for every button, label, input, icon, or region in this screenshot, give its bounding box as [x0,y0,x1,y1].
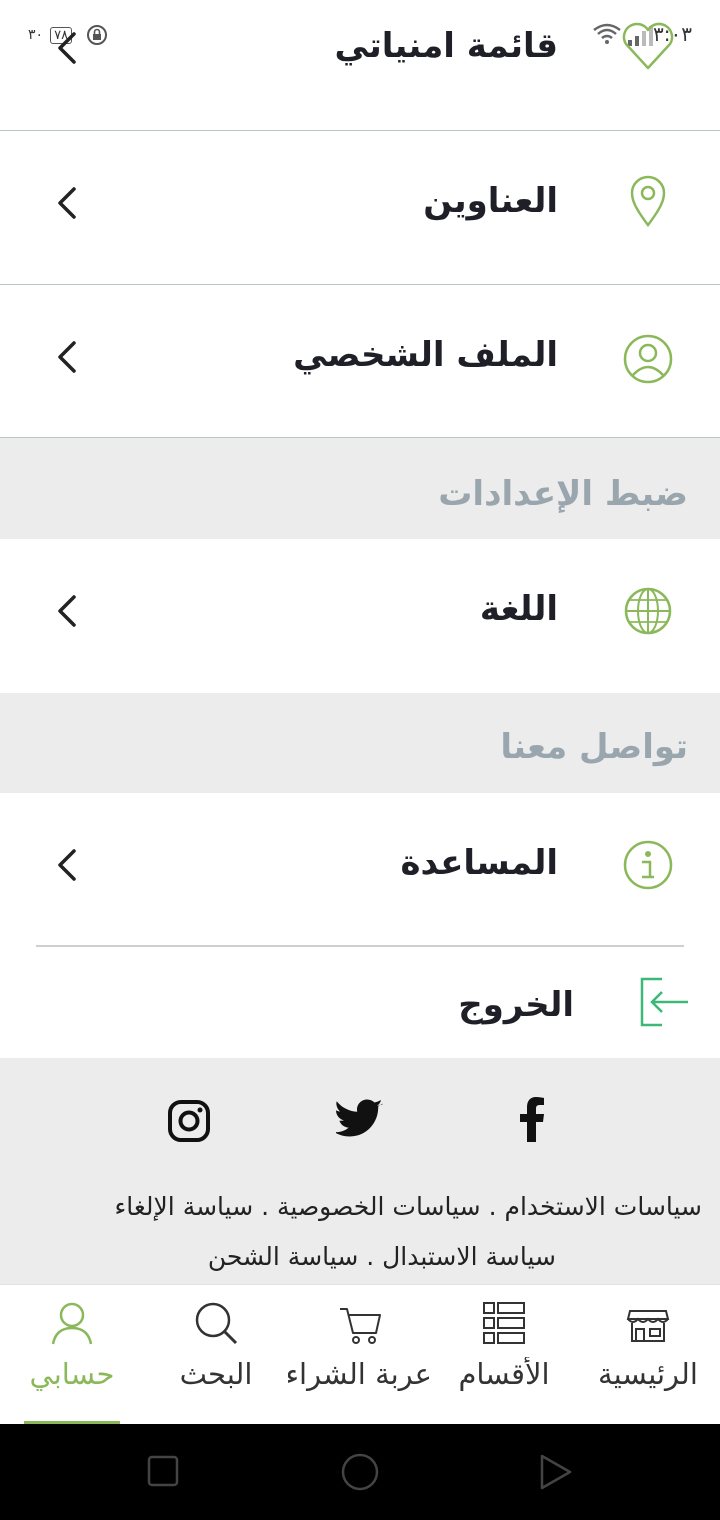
nav-search[interactable]: البحث [144,1285,288,1425]
chevron-left-icon[interactable] [52,845,80,885]
nav-categories[interactable]: الأقسام [432,1285,576,1425]
wishlist-label: قائمة امنياتي [334,26,558,66]
footer: سياسات الاستخدام . سياسات الخصوصية . سيا… [0,1058,720,1284]
twitter-icon[interactable] [336,1098,384,1140]
chevron-left-icon[interactable] [52,183,80,223]
user-icon [51,1302,93,1345]
info-icon [623,840,673,890]
nav-account[interactable]: حسابي [0,1285,144,1425]
contact-section-title: تواصل معنا [500,727,688,767]
nav-cart[interactable]: عربة الشراء [288,1285,432,1425]
nav-search-label: البحث [179,1357,253,1391]
menu-row-profile[interactable]: الملف الشخصي [0,285,720,437]
recent-apps-icon[interactable] [146,1454,180,1488]
policy-links-line1[interactable]: سياسات الاستخدام . سياسات الخصوصية . سيا… [115,1192,703,1221]
categories-icon [483,1302,525,1344]
chevron-left-icon[interactable] [52,28,80,68]
nav-categories-label: الأقسام [458,1357,550,1391]
settings-section-title: ضبط الإعدادات [438,474,688,514]
cart-icon [340,1308,381,1344]
chevron-left-icon[interactable] [52,337,80,377]
section-header-settings: ضبط الإعدادات [0,438,720,539]
help-label: المساعدة [400,843,558,883]
section-header-contact: تواصل معنا [0,693,720,793]
system-navigation-bar [0,1424,720,1520]
search-icon [195,1302,238,1345]
bottom-navigation: الرئيسية الأقسام عربة الشراء البحث حسابي [0,1284,720,1425]
home-icon[interactable] [340,1452,380,1492]
instagram-icon[interactable] [168,1100,210,1142]
logout-icon [640,977,688,1027]
nav-home-label: الرئيسية [598,1357,698,1391]
nav-account-label: حسابي [29,1357,115,1391]
store-icon [626,1310,670,1342]
menu-row-language[interactable]: اللغة [0,539,720,693]
chevron-left-icon[interactable] [52,591,80,631]
globe-icon [624,587,672,635]
location-pin-icon [630,175,666,227]
nav-home[interactable]: الرئيسية [576,1285,720,1425]
menu-row-addresses[interactable]: العناوين [0,131,720,284]
logout-label: الخروج [458,985,574,1025]
facebook-icon[interactable] [512,1096,552,1142]
nav-cart-label: عربة الشراء [288,1357,432,1391]
heart-icon [622,22,674,70]
policy-links-line2[interactable]: سياسة الاستبدال . سياسة الشحن [208,1242,556,1271]
profile-label: الملف الشخصي [293,335,558,375]
menu-row-wishlist[interactable]: قائمة امنياتي [0,0,720,130]
menu-row-help[interactable]: المساعدة [0,793,720,945]
menu-row-logout[interactable]: الخروج [0,947,720,1058]
language-label: اللغة [479,589,558,629]
addresses-label: العناوين [423,181,558,221]
back-icon[interactable] [536,1452,574,1492]
user-profile-icon [623,334,673,384]
